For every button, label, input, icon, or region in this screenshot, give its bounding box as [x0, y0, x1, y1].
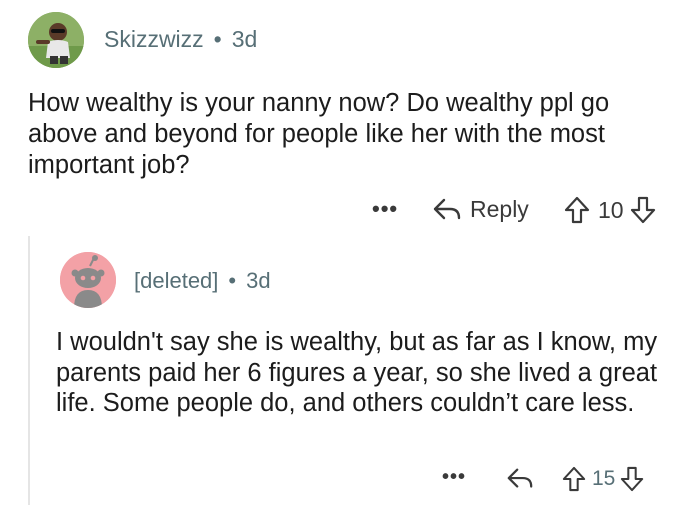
more-options-button[interactable]: •••: [372, 196, 398, 222]
user-photo-icon: [28, 12, 84, 68]
reply-arrow-icon: [506, 466, 534, 492]
downvote-arrow-icon[interactable]: [630, 196, 656, 224]
avatar[interactable]: [28, 12, 84, 68]
comment-age: 3d: [231, 26, 258, 52]
upvote-arrow-icon[interactable]: [562, 466, 586, 492]
comment-age: 3d: [246, 268, 271, 293]
reply-button[interactable]: Reply: [432, 196, 529, 223]
vote-controls: 10: [564, 196, 656, 224]
comment-meta: Skizzwizz • 3d: [104, 26, 257, 53]
author-name[interactable]: Skizzwizz: [104, 26, 204, 52]
comment-body: How wealthy is your nanny now? Do wealth…: [28, 89, 610, 179]
author-name: [deleted]: [134, 268, 219, 293]
comment-actions: ••• 15: [440, 466, 690, 498]
meta-separator: •: [213, 26, 222, 52]
more-options-button[interactable]: •••: [442, 466, 466, 489]
vote-controls: 15: [562, 466, 644, 492]
reply-arrow-icon: [432, 197, 462, 223]
deleted-user-icon: [60, 252, 116, 308]
vote-score: 15: [592, 467, 616, 490]
vote-score: 10: [598, 196, 624, 223]
reply-label: Reply: [470, 196, 529, 222]
downvote-arrow-icon[interactable]: [620, 466, 644, 492]
upvote-arrow-icon[interactable]: [564, 196, 590, 224]
comment-actions: ••• Reply 10: [370, 194, 690, 230]
avatar[interactable]: [60, 252, 116, 308]
comment-thread: Skizzwizz • 3d How wealthy is your nanny n…: [0, 0, 700, 505]
thread-line[interactable]: [28, 236, 30, 505]
meta-separator: •: [228, 268, 237, 293]
comment-body: I wouldn't say she is wealthy, but as fa…: [56, 328, 658, 417]
comment-meta: [deleted] • 3d: [134, 268, 271, 294]
reply-button[interactable]: [506, 466, 534, 492]
